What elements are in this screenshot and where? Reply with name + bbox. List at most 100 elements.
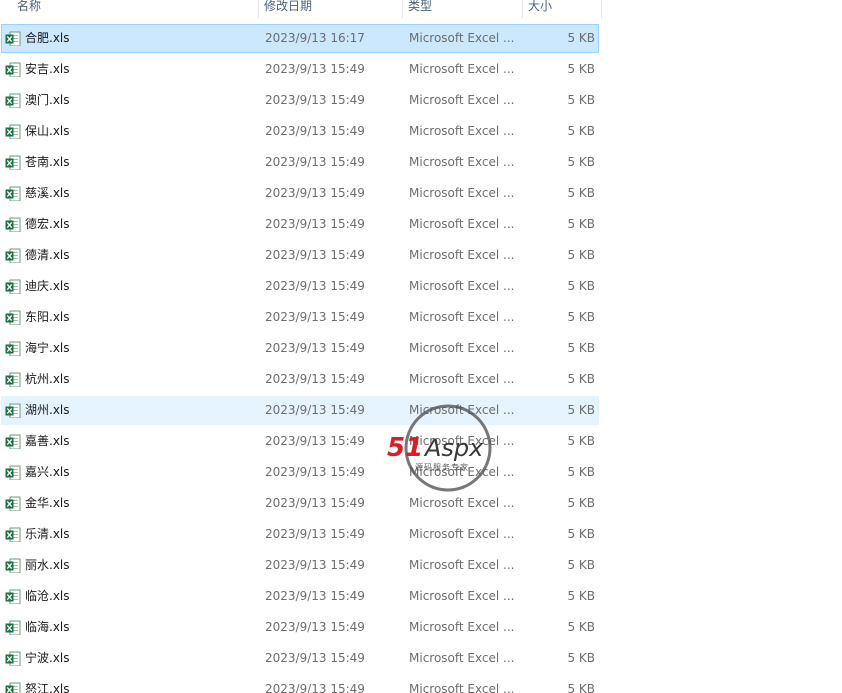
file-name: 保山.xls — [25, 124, 70, 138]
file-modified-date: 2023/9/13 15:49 — [265, 496, 365, 510]
file-type: Microsoft Excel ... — [409, 527, 515, 541]
file-size: 5 KB — [567, 155, 595, 169]
excel-file-icon — [5, 123, 21, 139]
file-type: Microsoft Excel ... — [409, 434, 515, 448]
excel-file-icon — [5, 557, 21, 573]
excel-file-icon — [5, 154, 21, 170]
file-row[interactable]: 安吉.xls 2023/9/13 15:49 Microsoft Excel .… — [1, 55, 599, 84]
file-name: 合肥.xls — [25, 31, 70, 45]
file-name: 德清.xls — [25, 248, 70, 262]
file-size: 5 KB — [567, 589, 595, 603]
file-row[interactable]: 澳门.xls 2023/9/13 15:49 Microsoft Excel .… — [1, 86, 599, 115]
file-name: 澳门.xls — [25, 93, 70, 107]
file-size: 5 KB — [567, 93, 595, 107]
file-name: 临沧.xls — [25, 589, 70, 603]
file-size: 5 KB — [567, 620, 595, 634]
file-size: 5 KB — [567, 62, 595, 76]
excel-file-icon — [5, 588, 21, 604]
file-type: Microsoft Excel ... — [409, 31, 515, 45]
file-row[interactable]: 金华.xls 2023/9/13 15:49 Microsoft Excel .… — [1, 489, 599, 518]
column-divider[interactable] — [402, 0, 403, 18]
file-modified-date: 2023/9/13 15:49 — [265, 93, 365, 107]
file-modified-date: 2023/9/13 15:49 — [265, 341, 365, 355]
file-size: 5 KB — [567, 341, 595, 355]
file-explorer: 名称 修改日期 类型 大小 合肥.xls 2023/9/13 16:17 Mic… — [0, 0, 842, 693]
column-header-size[interactable]: 大小 — [528, 0, 552, 18]
excel-file-icon — [5, 278, 21, 294]
file-row[interactable]: 嘉善.xls 2023/9/13 15:49 Microsoft Excel .… — [1, 427, 599, 456]
file-row[interactable]: 合肥.xls 2023/9/13 16:17 Microsoft Excel .… — [1, 24, 599, 53]
file-type: Microsoft Excel ... — [409, 372, 515, 386]
file-type: Microsoft Excel ... — [409, 310, 515, 324]
file-name: 金华.xls — [25, 496, 70, 510]
file-type: Microsoft Excel ... — [409, 620, 515, 634]
file-row[interactable]: 慈溪.xls 2023/9/13 15:49 Microsoft Excel .… — [1, 179, 599, 208]
file-modified-date: 2023/9/13 15:49 — [265, 558, 365, 572]
file-type: Microsoft Excel ... — [409, 248, 515, 262]
file-size: 5 KB — [567, 558, 595, 572]
file-name: 湖州.xls — [25, 403, 70, 417]
file-size: 5 KB — [567, 186, 595, 200]
file-type: Microsoft Excel ... — [409, 341, 515, 355]
file-size: 5 KB — [567, 124, 595, 138]
column-header-name[interactable]: 名称 — [17, 0, 41, 18]
file-size: 5 KB — [567, 496, 595, 510]
file-row[interactable]: 临海.xls 2023/9/13 15:49 Microsoft Excel .… — [1, 613, 599, 642]
column-header-date[interactable]: 修改日期 — [264, 0, 312, 18]
file-row[interactable]: 杭州.xls 2023/9/13 15:49 Microsoft Excel .… — [1, 365, 599, 394]
excel-file-icon — [5, 30, 21, 46]
file-row[interactable]: 嘉兴.xls 2023/9/13 15:49 Microsoft Excel .… — [1, 458, 599, 487]
file-type: Microsoft Excel ... — [409, 124, 515, 138]
file-row[interactable]: 丽水.xls 2023/9/13 15:49 Microsoft Excel .… — [1, 551, 599, 580]
file-modified-date: 2023/9/13 15:49 — [265, 620, 365, 634]
excel-file-icon — [5, 61, 21, 77]
file-row[interactable]: 德清.xls 2023/9/13 15:49 Microsoft Excel .… — [1, 241, 599, 270]
file-row[interactable]: 临沧.xls 2023/9/13 15:49 Microsoft Excel .… — [1, 582, 599, 611]
file-type: Microsoft Excel ... — [409, 62, 515, 76]
column-divider[interactable] — [522, 0, 523, 18]
file-size: 5 KB — [567, 465, 595, 479]
file-type: Microsoft Excel ... — [409, 279, 515, 293]
file-row[interactable]: 怒江.xls 2023/9/13 15:49 Microsoft Excel .… — [1, 675, 599, 693]
excel-file-icon — [5, 247, 21, 263]
file-type: Microsoft Excel ... — [409, 217, 515, 231]
file-modified-date: 2023/9/13 15:49 — [265, 527, 365, 541]
file-size: 5 KB — [567, 310, 595, 324]
file-size: 5 KB — [567, 279, 595, 293]
file-size: 5 KB — [567, 248, 595, 262]
file-size: 5 KB — [567, 31, 595, 45]
file-name: 临海.xls — [25, 620, 70, 634]
file-name: 嘉兴.xls — [25, 465, 70, 479]
column-divider[interactable] — [258, 0, 259, 18]
file-type: Microsoft Excel ... — [409, 465, 515, 479]
file-modified-date: 2023/9/13 15:49 — [265, 434, 365, 448]
file-row[interactable]: 宁波.xls 2023/9/13 15:49 Microsoft Excel .… — [1, 644, 599, 673]
file-modified-date: 2023/9/13 15:49 — [265, 248, 365, 262]
file-size: 5 KB — [567, 434, 595, 448]
file-row[interactable]: 迪庆.xls 2023/9/13 15:49 Microsoft Excel .… — [1, 272, 599, 301]
file-row[interactable]: 湖州.xls 2023/9/13 15:49 Microsoft Excel .… — [1, 396, 599, 425]
file-modified-date: 2023/9/13 16:17 — [265, 31, 365, 45]
file-type: Microsoft Excel ... — [409, 651, 515, 665]
file-row[interactable]: 乐清.xls 2023/9/13 15:49 Microsoft Excel .… — [1, 520, 599, 549]
file-row[interactable]: 东阳.xls 2023/9/13 15:49 Microsoft Excel .… — [1, 303, 599, 332]
file-name: 乐清.xls — [25, 527, 70, 541]
file-name: 嘉善.xls — [25, 434, 70, 448]
file-row[interactable]: 保山.xls 2023/9/13 15:49 Microsoft Excel .… — [1, 117, 599, 146]
column-divider[interactable] — [601, 0, 602, 18]
file-size: 5 KB — [567, 651, 595, 665]
file-row[interactable]: 苍南.xls 2023/9/13 15:49 Microsoft Excel .… — [1, 148, 599, 177]
excel-file-icon — [5, 495, 21, 511]
file-size: 5 KB — [567, 217, 595, 231]
file-row[interactable]: 德宏.xls 2023/9/13 15:49 Microsoft Excel .… — [1, 210, 599, 239]
file-row[interactable]: 海宁.xls 2023/9/13 15:49 Microsoft Excel .… — [1, 334, 599, 363]
file-modified-date: 2023/9/13 15:49 — [265, 682, 365, 693]
file-modified-date: 2023/9/13 15:49 — [265, 465, 365, 479]
excel-file-icon — [5, 526, 21, 542]
file-type: Microsoft Excel ... — [409, 403, 515, 417]
file-size: 5 KB — [567, 682, 595, 693]
file-name: 迪庆.xls — [25, 279, 70, 293]
excel-file-icon — [5, 650, 21, 666]
column-header-type[interactable]: 类型 — [408, 0, 432, 18]
file-name: 丽水.xls — [25, 558, 70, 572]
